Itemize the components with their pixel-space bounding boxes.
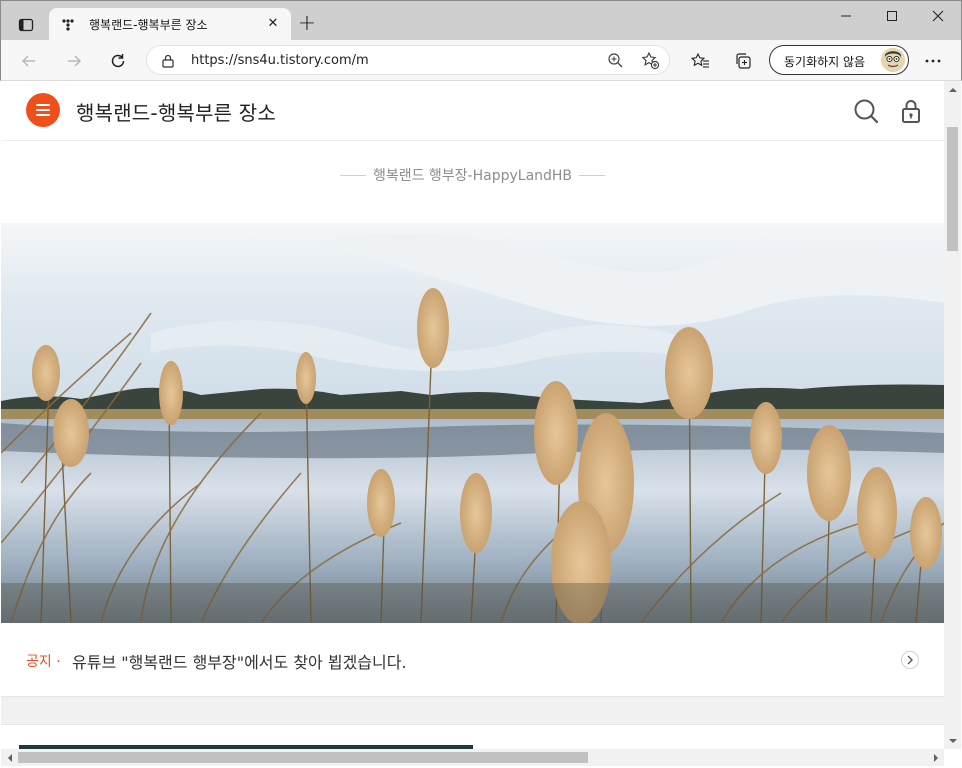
forward-button[interactable] <box>60 47 88 75</box>
tab-title: 행복랜드-행복부른 장소 <box>89 18 208 32</box>
back-button[interactable] <box>15 47 43 75</box>
chevron-right-icon <box>907 655 913 665</box>
url-text[interactable]: https://sns4u.tistory.com/m <box>191 53 369 68</box>
maximize-button[interactable] <box>869 6 915 26</box>
collections-icon <box>736 53 751 69</box>
new-tab-button[interactable]: + <box>295 13 319 37</box>
scroll-up-arrow-icon[interactable] <box>944 81 961 98</box>
back-arrow-icon <box>21 55 35 67</box>
minimize-icon <box>841 15 851 17</box>
blog-tagline: 행복랜드 행부장-HappyLandHB <box>372 168 573 184</box>
section-divider <box>1 697 944 725</box>
scroll-down-arrow-icon[interactable] <box>944 732 961 749</box>
search-icon[interactable] <box>852 97 880 125</box>
sync-profile-button[interactable]: 동기화하지 않음 <box>769 45 909 75</box>
notice-next-button[interactable] <box>901 651 919 669</box>
lock-icon <box>162 54 174 68</box>
refresh-icon <box>111 54 125 68</box>
collections-button[interactable] <box>729 47 757 75</box>
notice-label: 공지 · <box>26 654 61 670</box>
scroll-left-arrow-icon[interactable] <box>1 749 18 766</box>
horizontal-scroll-thumb[interactable] <box>18 752 588 763</box>
site-title[interactable]: 행복랜드-행복부른 장소 <box>76 97 276 126</box>
vertical-scrollbar[interactable] <box>944 81 961 749</box>
minimize-button[interactable] <box>823 6 869 26</box>
favicon-icon <box>62 18 74 31</box>
page-viewport: 행복랜드-행복부른 장소 행복랜드 행부장-HappyLandHB 공지 · 유… <box>1 81 944 749</box>
close-window-button[interactable] <box>915 6 961 26</box>
avatar <box>881 48 905 72</box>
forward-arrow-icon <box>68 55 82 67</box>
sync-label: 동기화하지 않음 <box>784 55 866 69</box>
zoom-icon[interactable] <box>607 52 624 69</box>
notice-bar[interactable]: 공지 · 유튜브 "행복랜드 행부장"에서도 찾아 뵙겠습니다. <box>1 623 944 697</box>
maximize-icon <box>887 11 897 21</box>
lock-icon[interactable] <box>897 97 925 125</box>
favorites-icon <box>690 52 709 68</box>
site-header: 행복랜드-행복부른 장소 <box>1 81 944 141</box>
browser-toolbar: https://sns4u.tistory.com/m 동기화하지 않음 <box>0 40 962 81</box>
add-favorite-icon[interactable] <box>641 51 660 70</box>
close-icon <box>932 10 944 22</box>
tagline-divider-right <box>579 174 606 176</box>
refresh-button[interactable] <box>104 47 132 75</box>
browser-tab[interactable]: 행복랜드-행복부른 장소 ✕ <box>49 8 291 41</box>
tagline-row: 행복랜드 행부장-HappyLandHB <box>1 165 944 185</box>
favorites-button[interactable] <box>686 47 714 75</box>
hamburger-icon <box>36 104 50 106</box>
hero-image[interactable] <box>1 223 944 623</box>
more-menu-button[interactable] <box>919 47 947 75</box>
vertical-scroll-thumb[interactable] <box>947 127 958 251</box>
tab-actions-button[interactable] <box>9 10 43 40</box>
tagline-divider-left <box>339 174 366 176</box>
address-bar[interactable]: https://sns4u.tistory.com/m <box>146 45 670 75</box>
horizontal-scrollbar[interactable] <box>1 749 944 766</box>
scroll-right-arrow-icon[interactable] <box>927 749 944 766</box>
notice-text[interactable]: 유튜브 "행복랜드 행부장"에서도 찾아 뵙겠습니다. <box>72 649 407 673</box>
tab-close-icon[interactable]: ✕ <box>265 16 281 32</box>
tab-bar: 행복랜드-행복부른 장소 ✕ + <box>0 0 962 41</box>
tab-actions-icon <box>18 18 34 32</box>
hamburger-menu-button[interactable] <box>26 93 60 127</box>
more-dots-icon <box>925 59 941 63</box>
